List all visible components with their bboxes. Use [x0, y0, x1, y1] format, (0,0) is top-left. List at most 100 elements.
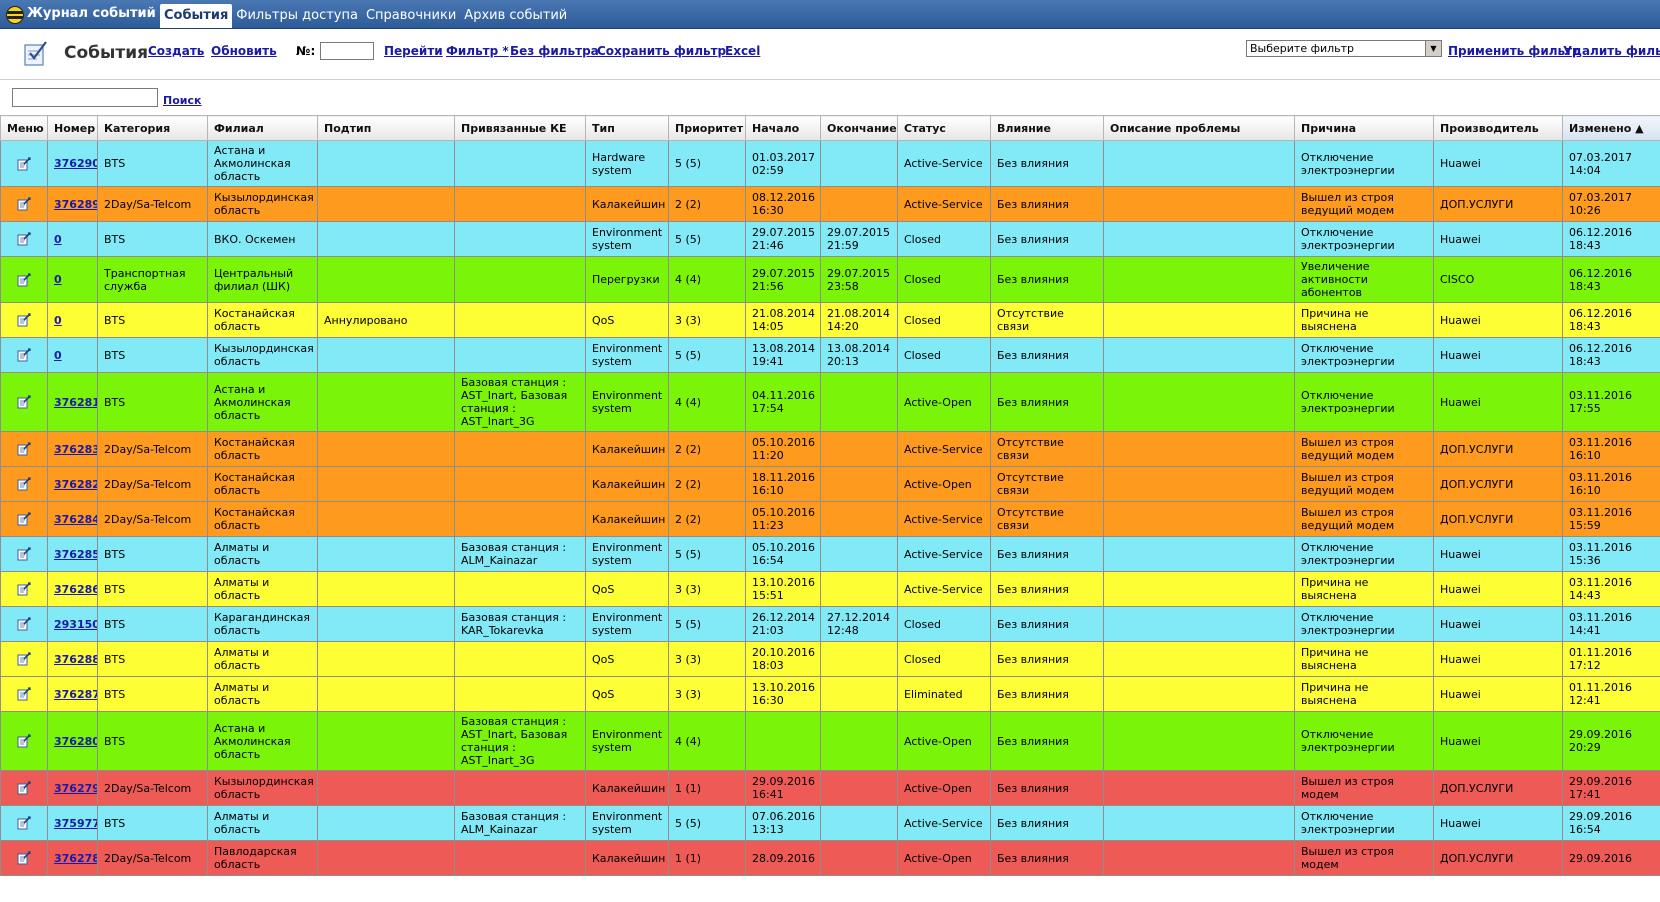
no-filter-link[interactable]: Без фильтра — [510, 44, 599, 58]
edit-event-icon[interactable] — [17, 781, 31, 795]
event-number-link[interactable]: 0 — [54, 314, 62, 327]
edit-event-icon[interactable] — [17, 652, 31, 666]
table-row[interactable]: 0 BTS ВКО. Оскемен Environment system 5 (5) 2… — [0, 221, 1660, 257]
table-row[interactable]: 376284 2Day/Sa-Telcom Костанайская область… — [0, 501, 1660, 537]
table-row[interactable]: 376288 BTS Алматы и область QoS 3 (3) 20.10.2… — [0, 641, 1660, 677]
edit-event-icon[interactable] — [17, 197, 31, 211]
cell-category: BTS — [97, 676, 208, 712]
edit-event-icon[interactable] — [17, 395, 31, 409]
col-cause[interactable]: Причина — [1294, 115, 1434, 141]
table-row[interactable]: 376289 2Day/Sa-Telcom Кызылординская облас… — [0, 186, 1660, 222]
cell-changed: 29.09.2016 — [1562, 840, 1660, 876]
table-row[interactable]: 293150 BTS Карагандинская область Базовая с… — [0, 606, 1660, 642]
edit-event-icon[interactable] — [17, 582, 31, 596]
tab-access-filters[interactable]: Фильтры доступа — [232, 4, 362, 28]
event-number-link[interactable]: 376280 — [54, 735, 97, 748]
table-row[interactable]: 0 Транспортная служба Центральный филиал (… — [0, 256, 1660, 303]
edit-event-icon[interactable] — [17, 547, 31, 561]
col-impact[interactable]: Влияние — [990, 115, 1104, 141]
edit-event-icon[interactable] — [17, 687, 31, 701]
table-row[interactable]: 376290 BTS Астана и Акмолинская область Har… — [0, 140, 1660, 187]
table-row[interactable]: 376283 2Day/Sa-Telcom Костанайская область… — [0, 431, 1660, 467]
edit-event-icon[interactable] — [17, 477, 31, 491]
col-start[interactable]: Начало — [745, 115, 821, 141]
cell-subtype — [317, 372, 455, 432]
table-row[interactable]: 376279 2Day/Sa-Telcom Кызылординская облас… — [0, 770, 1660, 806]
col-vendor[interactable]: Производитель — [1433, 115, 1563, 141]
filter-link[interactable]: Фильтр * — [446, 44, 509, 58]
edit-event-icon[interactable] — [17, 156, 31, 171]
table-row[interactable]: 376280 BTS Астана и Акмолинская область Баз… — [0, 711, 1660, 771]
search-link[interactable]: Поиск — [163, 94, 201, 107]
event-number-link[interactable]: 376288 — [54, 653, 97, 666]
col-linked-ci[interactable]: Привязанные КЕ — [454, 115, 586, 141]
cell-category: BTS — [97, 536, 208, 572]
tab-references[interactable]: Справочники — [362, 4, 460, 28]
table-row[interactable]: 376285 BTS Алматы и область Базовая станция… — [0, 536, 1660, 572]
edit-event-icon[interactable] — [17, 512, 31, 526]
cell-linked-ci: Базовая станция : AST_Inart, Базовая ста… — [454, 711, 586, 771]
table-row[interactable]: 376278 2Day/Sa-Telcom Павлодарская область… — [0, 840, 1660, 876]
create-link[interactable]: Создать — [148, 44, 204, 58]
event-number-link[interactable]: 375977 — [54, 817, 97, 830]
table-row[interactable]: 376282 2Day/Sa-Telcom Костанайская область… — [0, 466, 1660, 502]
edit-event-icon[interactable] — [17, 851, 31, 865]
delete-filter-link[interactable]: Удалить фильтр — [1563, 44, 1660, 58]
edit-event-icon[interactable] — [17, 232, 31, 246]
edit-event-icon[interactable] — [17, 313, 31, 327]
event-number-link[interactable]: 376287 — [54, 688, 97, 701]
search-input[interactable] — [12, 88, 158, 107]
event-number-link[interactable]: 0 — [54, 233, 62, 246]
col-priority[interactable]: Приоритет — [668, 115, 746, 141]
event-number-link[interactable]: 376284 — [54, 513, 97, 526]
edit-event-icon[interactable] — [17, 617, 31, 631]
edit-event-icon[interactable] — [17, 348, 31, 362]
cell-cause: Причина не выяснена — [1294, 641, 1434, 677]
event-number-link[interactable]: 376285 — [54, 548, 97, 561]
table-row[interactable]: 0 BTS Кызылординская область Environment sy… — [0, 337, 1660, 373]
edit-event-icon[interactable] — [17, 272, 31, 287]
col-branch[interactable]: Филиал — [207, 115, 318, 141]
table-row[interactable]: 376286 BTS Алматы и область QoS 3 (3) 13.10.2… — [0, 571, 1660, 607]
col-subtype[interactable]: Подтип — [317, 115, 455, 141]
col-category[interactable]: Категория — [97, 115, 208, 141]
cell-menu — [0, 372, 48, 432]
toolbar: События Создать Обновить №: Перейти Филь… — [0, 29, 1660, 80]
excel-export-link[interactable]: Excel — [725, 44, 760, 58]
number-input[interactable] — [320, 42, 374, 60]
edit-event-icon[interactable] — [17, 816, 31, 830]
col-end[interactable]: Окончание — [820, 115, 898, 141]
event-number-link[interactable]: 293150 — [54, 618, 97, 631]
event-number-link[interactable]: 376279 — [54, 782, 97, 795]
event-number-link[interactable]: 376286 — [54, 583, 97, 596]
cell-subtype — [317, 140, 455, 187]
refresh-link[interactable]: Обновить — [211, 44, 277, 58]
table-row[interactable]: 0 BTS Костанайская область Аннулировано QoS 3… — [0, 302, 1660, 338]
edit-event-icon[interactable] — [17, 734, 31, 748]
chevron-down-icon[interactable]: ▼ — [1425, 41, 1441, 56]
filter-select[interactable]: Выберите фильтр ▼ — [1246, 40, 1442, 57]
col-number[interactable]: Номер — [47, 115, 98, 141]
event-number-link[interactable]: 376278 — [54, 852, 97, 865]
event-number-link[interactable]: 0 — [54, 273, 62, 286]
event-number-link[interactable]: 376290 — [54, 157, 97, 170]
save-filter-link[interactable]: Сохранить фильтр — [597, 44, 726, 58]
event-number-link[interactable]: 376282 — [54, 478, 97, 491]
event-number-link[interactable]: 376283 — [54, 443, 97, 456]
event-number-link[interactable]: 0 — [54, 349, 62, 362]
col-menu[interactable]: Меню — [0, 115, 48, 141]
table-row[interactable]: 375977 BTS Алматы и область Базовая станция… — [0, 805, 1660, 841]
tab-events-archive[interactable]: Архив событий — [460, 4, 571, 28]
col-status[interactable]: Статус — [897, 115, 991, 141]
col-changed[interactable]: Изменено ▲ — [1562, 115, 1660, 141]
tab-events[interactable]: События — [160, 4, 233, 28]
col-type[interactable]: Тип — [585, 115, 669, 141]
table-row[interactable]: 376287 BTS Алматы и область QoS 3 (3) 13.10.2… — [0, 676, 1660, 712]
goto-link[interactable]: Перейти — [384, 44, 443, 58]
edit-event-icon[interactable] — [17, 442, 31, 456]
col-description[interactable]: Описание проблемы — [1103, 115, 1295, 141]
event-number-link[interactable]: 376289 — [54, 198, 97, 211]
apply-filter-link[interactable]: Применить фильтр — [1448, 44, 1581, 58]
event-number-link[interactable]: 376281 — [54, 396, 97, 409]
table-row[interactable]: 376281 BTS Астана и Акмолинская область Баз… — [0, 372, 1660, 432]
